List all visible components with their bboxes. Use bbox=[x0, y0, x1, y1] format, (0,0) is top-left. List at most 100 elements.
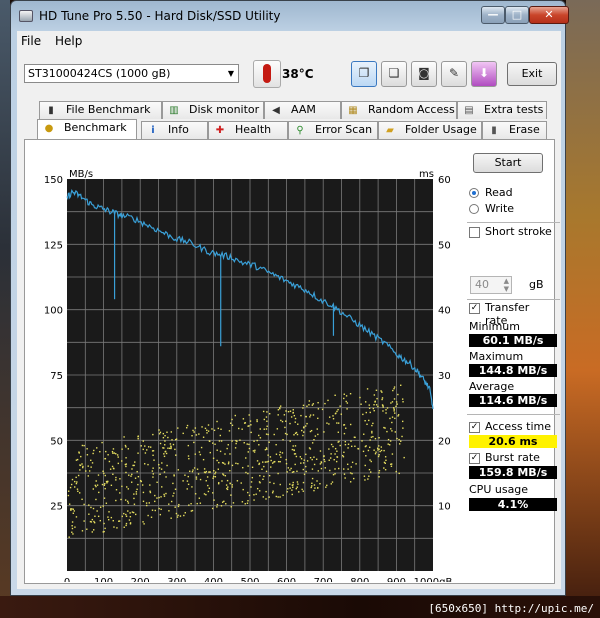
access-time-point bbox=[402, 427, 404, 429]
tab-label: AAM bbox=[291, 103, 316, 116]
access-time-point bbox=[147, 463, 149, 466]
access-time-point bbox=[166, 431, 168, 433]
tab-folder-usage[interactable]: ▰ Folder Usage bbox=[378, 121, 482, 139]
access-time-point bbox=[293, 414, 296, 417]
maximize-button[interactable]: □ bbox=[505, 6, 529, 24]
tab-label: Error Scan bbox=[315, 123, 373, 136]
access-time-point bbox=[329, 469, 331, 472]
access-time-point bbox=[402, 401, 404, 403]
access-time-point bbox=[265, 433, 268, 435]
access-time-point bbox=[312, 403, 315, 405]
desktop-background-right bbox=[566, 0, 600, 618]
access-time-point bbox=[83, 520, 85, 522]
save-icon[interactable]: ⬇ bbox=[471, 61, 497, 87]
access-time-point bbox=[265, 428, 268, 430]
access-time-point bbox=[295, 455, 298, 458]
access-time-point bbox=[188, 457, 190, 460]
access-time-point bbox=[187, 444, 190, 447]
short-stroke-checkbox[interactable] bbox=[469, 227, 480, 238]
access-time-point bbox=[183, 514, 185, 517]
access-time-point bbox=[258, 490, 261, 492]
options-icon[interactable]: ✎ bbox=[441, 61, 467, 87]
access-time-point bbox=[317, 417, 319, 420]
exit-button[interactable]: Exit bbox=[507, 62, 557, 86]
access-time-point bbox=[201, 426, 203, 428]
access-time-point bbox=[319, 450, 322, 452]
transfer-rate-checkbox[interactable]: ✓ bbox=[469, 303, 480, 314]
access-time-point bbox=[216, 459, 218, 462]
tab-info[interactable]: i Info bbox=[141, 121, 208, 139]
access-time-point bbox=[336, 450, 338, 452]
access-time-point bbox=[216, 503, 219, 506]
access-time-point bbox=[78, 492, 81, 494]
tab-label: Random Access bbox=[368, 103, 455, 116]
tab-label: Erase bbox=[509, 123, 540, 136]
access-time-point bbox=[117, 456, 119, 458]
burst-rate-value: 159.8 MB/s bbox=[469, 466, 557, 479]
access-time-point bbox=[174, 448, 176, 451]
tab-disk-monitor[interactable]: ▥ Disk monitor bbox=[162, 101, 264, 119]
write-radio[interactable] bbox=[469, 204, 479, 214]
access-time-point bbox=[134, 513, 137, 516]
access-time-point bbox=[292, 481, 294, 484]
access-time-point bbox=[163, 453, 165, 455]
tab-extra-tests[interactable]: ▤ Extra tests bbox=[457, 101, 547, 119]
camera-icon[interactable]: ◙ bbox=[411, 61, 437, 87]
access-time-checkbox[interactable]: ✓ bbox=[469, 422, 480, 433]
access-time-point bbox=[286, 491, 288, 493]
access-time-point bbox=[168, 503, 170, 505]
access-time-point bbox=[131, 511, 134, 513]
desktop-background-left bbox=[0, 0, 10, 618]
access-time-point bbox=[333, 458, 335, 461]
access-time-point bbox=[125, 524, 127, 527]
access-time-point bbox=[268, 441, 270, 443]
access-time-point bbox=[395, 401, 398, 403]
access-time-point bbox=[255, 493, 257, 495]
access-time-point bbox=[403, 456, 405, 459]
access-time-point bbox=[211, 507, 214, 510]
menu-help[interactable]: Help bbox=[55, 34, 82, 48]
access-time-point bbox=[393, 408, 395, 410]
tab-health[interactable]: ✚ Health bbox=[208, 121, 288, 139]
minimize-button[interactable]: — bbox=[481, 6, 505, 24]
access-time-point bbox=[205, 493, 207, 496]
access-time-point bbox=[166, 464, 168, 467]
tab-random-access[interactable]: ▦ Random Access bbox=[341, 101, 457, 119]
short-stroke-input[interactable]: 40 ▲ ▼ bbox=[470, 276, 512, 294]
copy-info-icon[interactable]: ❏ bbox=[381, 61, 407, 87]
access-time-point bbox=[326, 422, 328, 424]
copy-icon[interactable]: ❐ bbox=[351, 61, 377, 87]
access-time-point bbox=[290, 467, 292, 470]
title-bar[interactable]: HD Tune Pro 5.50 - Hard Disk/SSD Utility… bbox=[11, 1, 569, 31]
access-time-point bbox=[317, 408, 320, 410]
menu-file[interactable]: File bbox=[21, 34, 41, 48]
access-time-point bbox=[265, 470, 268, 473]
close-button[interactable]: ✕ bbox=[529, 6, 569, 24]
start-button[interactable]: Start bbox=[473, 153, 543, 173]
read-radio[interactable] bbox=[469, 188, 479, 198]
access-time-point bbox=[93, 521, 96, 524]
thermometer-icon[interactable] bbox=[253, 60, 281, 88]
access-time-point bbox=[144, 452, 147, 454]
access-time-point bbox=[368, 419, 370, 422]
access-time-point bbox=[108, 460, 111, 463]
access-time-point bbox=[103, 484, 106, 486]
tab-error-scan[interactable]: ⚲ Error Scan bbox=[288, 121, 378, 139]
access-time-point bbox=[230, 506, 232, 508]
tab-file-benchmark[interactable]: ▮ File Benchmark bbox=[39, 101, 162, 119]
spinner-icon[interactable]: ▲ ▼ bbox=[504, 277, 509, 293]
access-time-point bbox=[97, 474, 100, 476]
access-time-point bbox=[170, 500, 173, 503]
access-time-point bbox=[104, 527, 106, 530]
tab-benchmark[interactable]: ● Benchmark bbox=[37, 119, 137, 139]
access-time-point bbox=[182, 432, 184, 435]
burst-rate-checkbox[interactable]: ✓ bbox=[469, 453, 480, 464]
x-tick-label: 500 bbox=[240, 577, 259, 582]
access-time-point bbox=[209, 471, 211, 473]
tab-aam[interactable]: ◀ AAM bbox=[264, 101, 341, 119]
access-time-point bbox=[279, 405, 282, 407]
drive-select[interactable]: ST31000424CS (1000 gB) ▼ bbox=[24, 64, 239, 83]
access-time-point bbox=[227, 444, 229, 446]
tab-erase[interactable]: ▮ Erase bbox=[482, 121, 547, 139]
access-time-point bbox=[390, 402, 392, 404]
